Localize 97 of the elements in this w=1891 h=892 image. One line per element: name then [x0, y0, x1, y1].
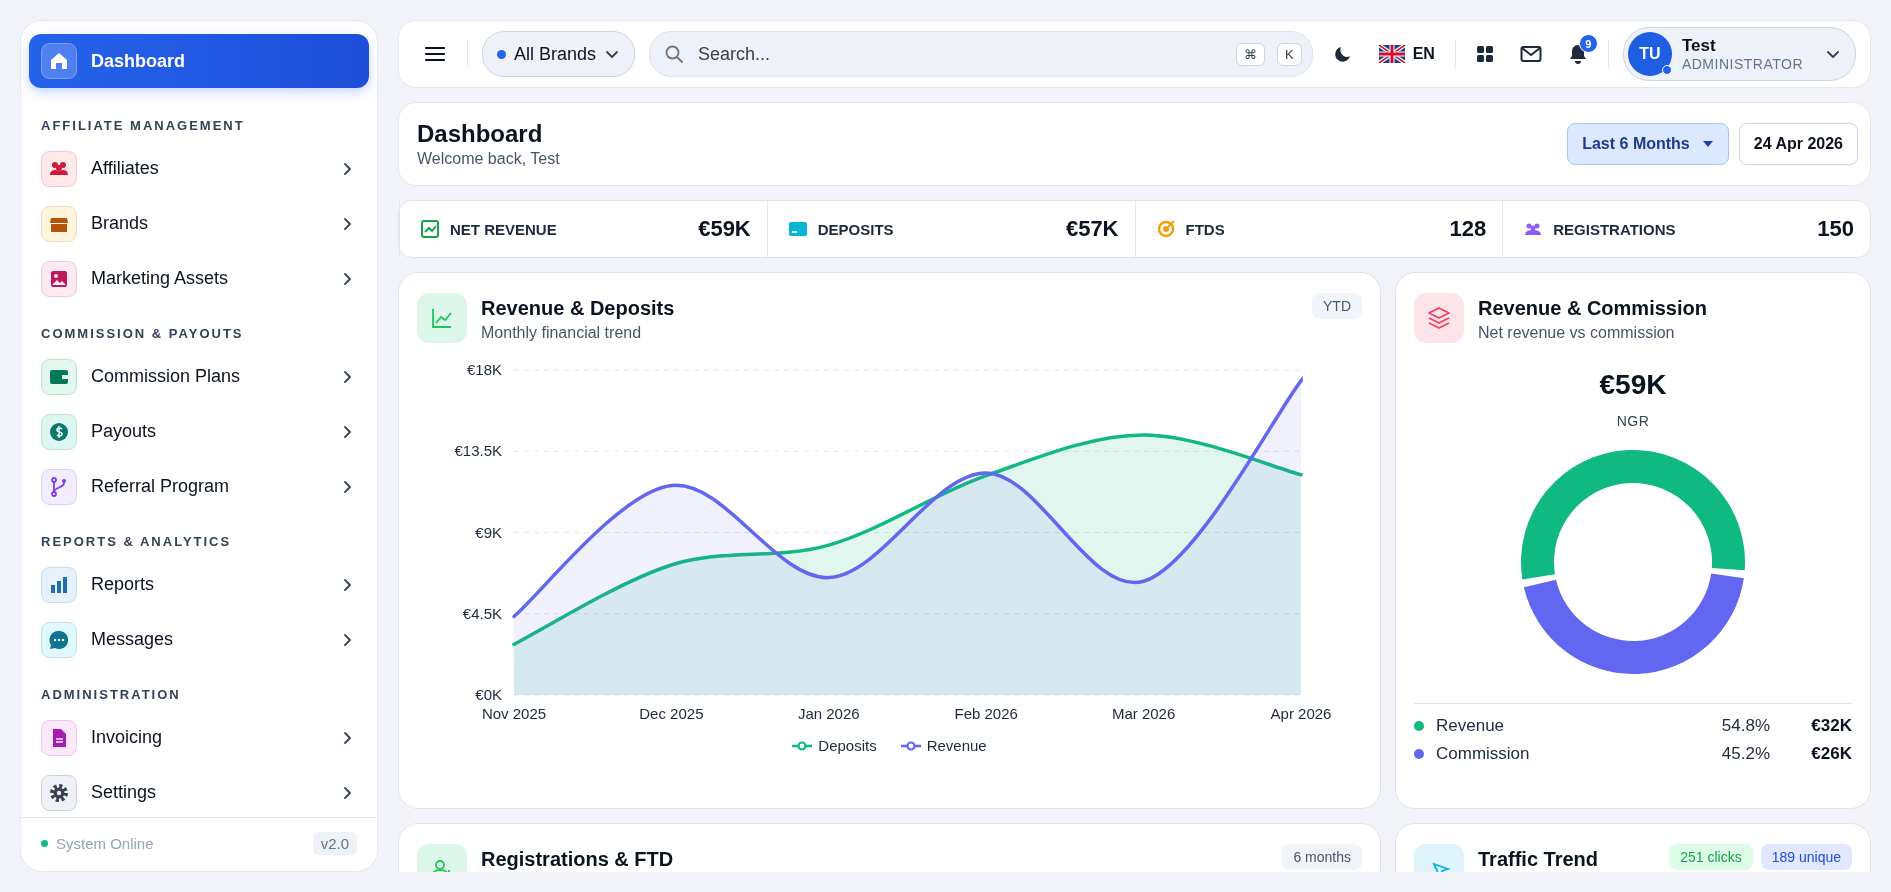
axis-label: €18K: [466, 361, 502, 378]
flag-icon: [1378, 45, 1405, 63]
search-icon: [664, 44, 685, 64]
version-label: v2.0: [312, 832, 357, 855]
stat-label: NET REVENUE: [450, 220, 558, 238]
notification-badge: 9: [1578, 34, 1598, 53]
section-heading: AFFILIATE MANAGEMENT: [40, 117, 246, 135]
nav-item[interactable]: Messages: [29, 614, 369, 665]
total-label: NGR: [1616, 413, 1650, 429]
stat-label: REGISTRATIONS: [1553, 220, 1677, 238]
legend-share: 54.8%: [1720, 716, 1770, 736]
shortcut-key: ⌘: [1236, 42, 1265, 66]
page-subtitle: Welcome back, Test: [417, 150, 560, 168]
period-dropdown[interactable]: Last 6 Months: [1567, 123, 1729, 165]
status-dot: [41, 840, 48, 847]
user-menu[interactable]: TU Test ADMINISTRATOR: [1622, 27, 1856, 81]
trend-icon: [417, 293, 467, 343]
axis-label: €9K: [475, 523, 502, 541]
bar-chart-icon: [41, 566, 77, 603]
card-title: Registrations & FTD: [481, 848, 674, 871]
count-badge: 251 clicks: [1669, 844, 1753, 870]
nav-item[interactable]: Brands: [29, 198, 369, 249]
avatar: TU: [1627, 32, 1672, 76]
people-icon: [41, 150, 77, 187]
legend-label: Deposits: [818, 737, 877, 754]
legend-label: Revenue: [926, 737, 987, 754]
stat-label: DEPOSITS: [817, 220, 895, 238]
legend-marker-icon: [792, 740, 813, 751]
axis-label: €4.5K: [462, 604, 502, 622]
moon-icon: [1332, 44, 1353, 64]
brand-selector[interactable]: All Brands: [482, 31, 636, 77]
stat-value: 128: [1449, 216, 1487, 242]
card-icon: [787, 219, 808, 239]
image-icon: [41, 260, 77, 297]
section-heading: ADMINISTRATION: [40, 686, 182, 704]
nav-item[interactable]: Reports: [29, 559, 369, 610]
caret-icon: [1701, 140, 1714, 148]
grid-icon: [1475, 45, 1494, 63]
period-badge: 6 months: [1282, 844, 1362, 870]
axis-label: Jan 2026: [797, 705, 860, 722]
document-icon: [41, 719, 77, 756]
mail-icon: [1519, 45, 1542, 63]
nav-item[interactable]: Invoicing: [29, 712, 369, 763]
total-value: €59K: [1599, 369, 1667, 401]
search-field[interactable]: Search... ⌘ K: [649, 31, 1313, 77]
shortcut-key: K: [1277, 42, 1302, 66]
nav-item[interactable]: Payouts: [29, 406, 369, 457]
user-role: ADMINISTRATOR: [1681, 56, 1803, 72]
legend-amount: €26K: [1810, 744, 1852, 764]
section-heading: REPORTS & ANALYTICS: [40, 533, 233, 551]
store-icon: [41, 205, 77, 242]
search-input[interactable]: Search...: [696, 42, 1224, 66]
page-title: Dashboard: [417, 120, 543, 148]
nav-item[interactable]: Marketing Assets: [29, 253, 369, 304]
period-badge: YTD: [1312, 293, 1362, 319]
target-icon: [1155, 219, 1176, 239]
nav-item[interactable]: Settings: [29, 767, 369, 817]
legend-label: Commission: [1436, 744, 1531, 764]
axis-label: Nov 2025: [481, 705, 547, 722]
nav-item[interactable]: Referral Program: [29, 461, 369, 512]
nav-item[interactable]: Affiliates: [29, 143, 369, 194]
stat-value: €57K: [1065, 216, 1119, 242]
gear-icon: [41, 774, 77, 811]
status-text: System Online: [56, 835, 154, 852]
stat-value: 150: [1817, 216, 1854, 242]
stat-value: €59K: [698, 216, 751, 242]
language-selector[interactable]: EN: [1372, 44, 1441, 64]
section-heading: COMMISSION & PAYOUTS: [40, 325, 245, 343]
legend-amount: €32K: [1810, 716, 1852, 736]
count-badge: 189 unique: [1760, 844, 1852, 870]
dollar-icon: [41, 413, 77, 450]
status-dot: [497, 49, 506, 59]
axis-label: Feb 2026: [954, 705, 1018, 722]
card-title: Revenue & Commission: [1478, 297, 1707, 320]
nav-item[interactable]: Dashboard: [29, 34, 369, 88]
card-subtitle: Net revenue vs commission: [1478, 324, 1675, 342]
chat-icon: [41, 621, 77, 658]
axis-label: €13.5K: [454, 442, 502, 460]
legend-share: 45.2%: [1720, 744, 1770, 764]
card-title: Traffic Trend: [1478, 848, 1599, 871]
card-subtitle: Monthly financial trend: [481, 324, 642, 342]
axis-label: Apr 2026: [1270, 705, 1332, 722]
card-title: Revenue & Deposits: [481, 297, 675, 320]
axis-label: Mar 2026: [1111, 705, 1176, 722]
wallet-icon: [41, 358, 77, 395]
axis-label: €0K: [475, 686, 502, 703]
chart-up-icon: [420, 219, 440, 239]
legend-marker-icon: [900, 740, 921, 751]
nav-item[interactable]: Commission Plans: [29, 351, 369, 402]
legend-label: Revenue: [1436, 716, 1506, 736]
stat-label: FTDS: [1185, 220, 1226, 238]
branch-icon: [41, 468, 77, 505]
axis-label: Dec 2025: [639, 705, 704, 722]
layers-icon: [1414, 293, 1464, 343]
date-button[interactable]: 24 Apr 2026: [1738, 123, 1858, 165]
user-name: Test: [1681, 36, 1717, 56]
home-icon: [41, 43, 77, 79]
